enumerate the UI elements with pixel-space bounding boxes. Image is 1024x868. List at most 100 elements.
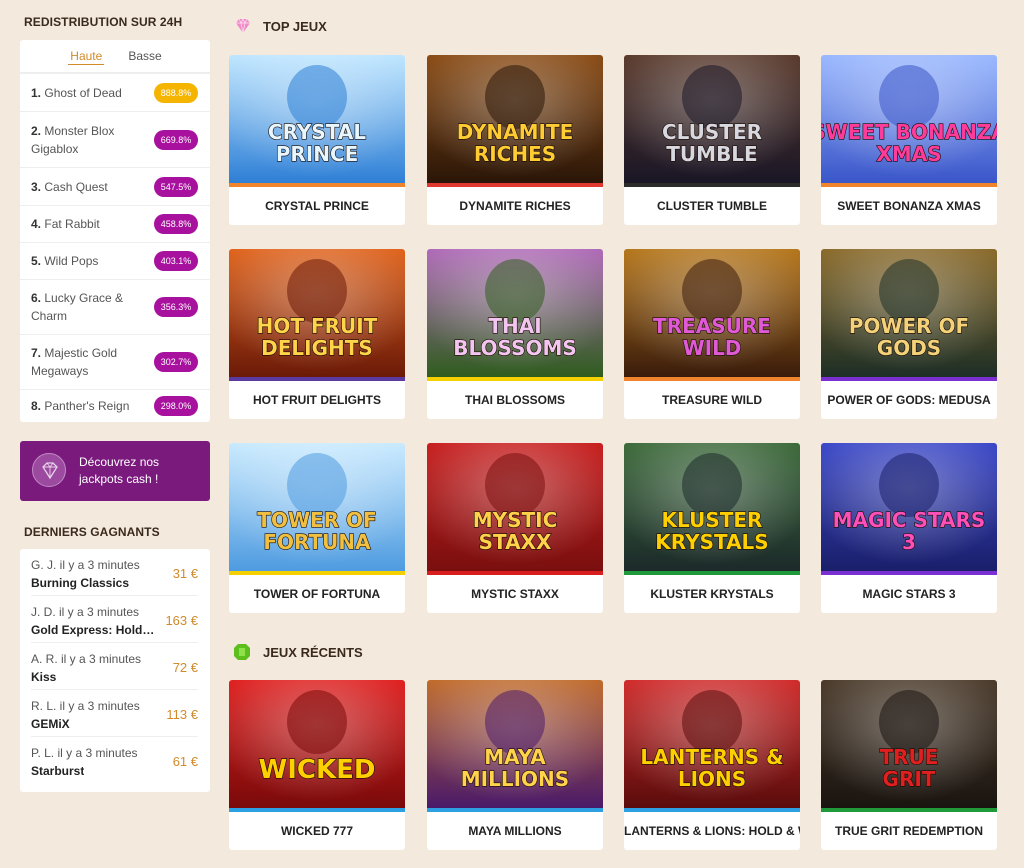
- gem-green-icon: [234, 644, 250, 660]
- game-thumbnail-logo-text: BLOSSOMS: [453, 336, 577, 360]
- game-card[interactable]: POWER OF GODS POWER OF GODS: MEDUSA: [821, 249, 997, 419]
- game-thumbnail: TOWER OF FORTUNA: [229, 443, 405, 571]
- game-thumbnail: WICKED: [229, 680, 405, 808]
- redistribution-item[interactable]: 3. Cash Quest 547.5%: [20, 167, 210, 205]
- game-card[interactable]: MAGIC STARS 3 MAGIC STARS 3: [821, 443, 997, 613]
- winner-item[interactable]: P. L. il y a 3 minutes Starburst 61 €: [31, 737, 198, 784]
- winner-meta: A. R. il y a 3 minutes: [31, 652, 142, 666]
- game-thumbnail-logo-text: TRUE: [880, 745, 939, 769]
- game-card[interactable]: HOT FRUIT DELIGHTS HOT FRUIT DELIGHTS: [229, 249, 405, 419]
- game-thumbnail-logo-text: TREASURE: [653, 314, 771, 338]
- redistribution-item[interactable]: 8. Panther's Reign 298.0%: [20, 389, 210, 422]
- game-card[interactable]: SWEET BONANZAXMASSWEET BONANZA XMAS: [821, 55, 997, 225]
- game-thumbnail: CRYSTAL PRINCE: [229, 55, 405, 183]
- redistribution-item-name: 3. Cash Quest: [31, 178, 149, 196]
- redistribution-percent-badge: 298.0%: [154, 396, 198, 416]
- game-thumbnail-logo-text: CLUSTER: [662, 120, 762, 144]
- jackpot-banner[interactable]: Découvrez nos jackpots cash !: [20, 441, 210, 501]
- game-thumbnail: TREASURE WILD: [624, 249, 800, 377]
- game-title: TOWER OF FORTUNA: [253, 587, 381, 601]
- game-thumbnail-logo-text: CRYSTAL: [268, 120, 366, 144]
- game-thumbnail-logo-text: XMAS: [876, 142, 941, 166]
- game-thumbnail-logo-text: GODS: [877, 336, 941, 360]
- game-thumbnail-logo-text: MAYA: [484, 745, 546, 769]
- game-thumbnail-logo-text: 3: [902, 530, 916, 554]
- redistribution-panel: Haute Basse 1. Ghost of Dead 888.8% 2. Mon…: [20, 40, 210, 422]
- game-title: WICKED 777: [280, 824, 354, 838]
- game-card[interactable]: LANTERNS & LIONS LANTERNS & LIONS: HOLD & …: [624, 680, 800, 850]
- winner-amount: 72 €: [172, 660, 198, 675]
- game-card[interactable]: THAI BLOSSOMS THAI BLOSSOMS: [427, 249, 603, 419]
- game-thumbnail-logo-text: KLUSTER: [662, 508, 763, 532]
- redistribution-game-name: Monster Blox Gigablox: [31, 123, 115, 156]
- redistribution-item[interactable]: 2. Monster Blox Gigablox 669.8%: [20, 111, 210, 167]
- game-thumbnail: MYSTIC STAXX: [427, 443, 603, 571]
- game-card[interactable]: CRYSTAL PRINCE CRYSTAL PRINCE: [229, 55, 405, 225]
- game-thumbnail: TRUE GRIT: [821, 680, 997, 808]
- game-card[interactable]: WICKED WICKED 777: [229, 680, 405, 850]
- redistribution-rank: 4.: [31, 217, 42, 231]
- game-title: CLUSTER TUMBLE: [657, 199, 767, 213]
- winner-game: GEMiX: [31, 717, 70, 731]
- redistribution-game-name: Fat Rabbit: [44, 217, 100, 231]
- redistribution-item[interactable]: 7. Majestic Gold Megaways 302.7%: [20, 334, 210, 389]
- game-thumbnail-logo-text: POWER OF: [849, 314, 969, 338]
- game-title: KLUSTER KRYSTALS: [650, 587, 774, 601]
- tab-haute[interactable]: Haute: [68, 49, 105, 65]
- winner-game: Burning Classics: [31, 576, 130, 590]
- redistribution-game-name: Ghost of Dead: [44, 85, 122, 100]
- redistribution-item[interactable]: 6. Lucky Grace & Charm 356.3%: [20, 279, 210, 334]
- winner-meta: J. D. il y a 3 minutes: [31, 605, 140, 619]
- redistribution-item-name: 5. Wild Pops: [31, 252, 149, 270]
- game-thumbnail-logo-text: WICKED: [259, 755, 376, 785]
- redistribution-game-name: Cash Quest: [44, 179, 108, 194]
- redistribution-item[interactable]: 5. Wild Pops 403.1%: [20, 242, 210, 279]
- game-thumbnail: POWER OF GODS: [821, 249, 997, 377]
- winner-item[interactable]: A. R. il y a 3 minutes Kiss 72 €: [31, 643, 198, 690]
- game-thumbnail-logo-text: MAGIC STARS: [833, 508, 986, 532]
- game-card[interactable]: TRUE GRIT TRUE GRIT REDEMPTION: [821, 680, 997, 850]
- game-card[interactable]: TOWER OF FORTUNA TOWER OF FORTUNA: [229, 443, 405, 613]
- game-thumbnail-logo-text: PRINCE: [276, 142, 359, 166]
- game-card[interactable]: TREASURE WILD TREASURE WILD: [624, 249, 800, 419]
- game-thumbnail-logo-text: LIONS: [678, 767, 746, 791]
- game-thumbnail-logo-text: MYSTIC: [473, 508, 558, 532]
- redistribution-item[interactable]: 1. Ghost of Dead 888.8%: [20, 73, 210, 111]
- tab-basse[interactable]: Basse: [128, 49, 161, 65]
- redistribution-item-name: 7. Majestic Gold Megaways: [31, 344, 149, 380]
- diamond-icon: [32, 453, 66, 487]
- redistribution-percent-badge: 888.8%: [154, 82, 198, 103]
- game-thumbnail-logo-text: HOT FRUIT: [257, 314, 378, 338]
- winner-game: Starburst: [31, 764, 85, 778]
- winner-item[interactable]: R. L. il y a 3 minutes GEMiX 113 €: [31, 690, 198, 737]
- winner-amount: 163 €: [165, 613, 198, 628]
- game-card[interactable]: CLUSTER TUMBLE CLUSTER TUMBLE: [624, 55, 800, 225]
- game-thumbnail: MAYA MILLIONS: [427, 680, 603, 808]
- game-thumbnail-logo-text: DELIGHTS: [261, 336, 373, 360]
- redistribution-item-name: 1. Ghost of Dead: [31, 84, 149, 102]
- winner-game: Kiss: [31, 670, 57, 684]
- winner-item[interactable]: G. J. il y a 3 minutes Burning Classics 31…: [31, 549, 198, 596]
- winner-meta: P. L. il y a 3 minutes: [31, 746, 138, 760]
- winner-item[interactable]: J. D. il y a 3 minutes Gold Express: Hold…: [31, 596, 198, 643]
- game-card[interactable]: MYSTIC STAXX MYSTIC STAXX: [427, 443, 603, 613]
- redistribution-percent-badge: 547.5%: [154, 176, 198, 197]
- game-thumbnail-logo-text: STAXX: [479, 530, 552, 554]
- winner-game: Gold Express: Hold and Win: [31, 623, 155, 637]
- game-thumbnail: THAI BLOSSOMS: [427, 249, 603, 377]
- redistribution-item[interactable]: 4. Fat Rabbit 458.8%: [20, 205, 210, 242]
- winner-meta: G. J. il y a 3 minutes: [31, 558, 140, 572]
- redistribution-rank: 5.: [31, 254, 42, 268]
- game-thumbnail-logo-text: KRYSTALS: [655, 530, 768, 554]
- winner-amount: 113 €: [166, 707, 198, 722]
- game-card[interactable]: KLUSTER KRYSTALS KLUSTER KRYSTALS: [624, 443, 800, 613]
- redistribution-game-name: Lucky Grace & Charm: [31, 291, 124, 323]
- game-thumbnail: KLUSTER KRYSTALS: [624, 443, 800, 571]
- game-card[interactable]: DYNAMITE RICHES DYNAMITE RICHES: [427, 55, 603, 225]
- game-thumbnail-logo-text: WILD: [683, 336, 742, 360]
- game-card[interactable]: MAYA MILLIONS MAYA MILLIONS: [427, 680, 603, 850]
- game-title: POWER OF GODS: MEDUSA: [827, 393, 991, 407]
- redistribution-percent-badge: 356.3%: [154, 297, 198, 317]
- redistribution-rank: 6.: [31, 291, 42, 305]
- redistribution-game-name: Majestic Gold Megaways: [31, 346, 118, 378]
